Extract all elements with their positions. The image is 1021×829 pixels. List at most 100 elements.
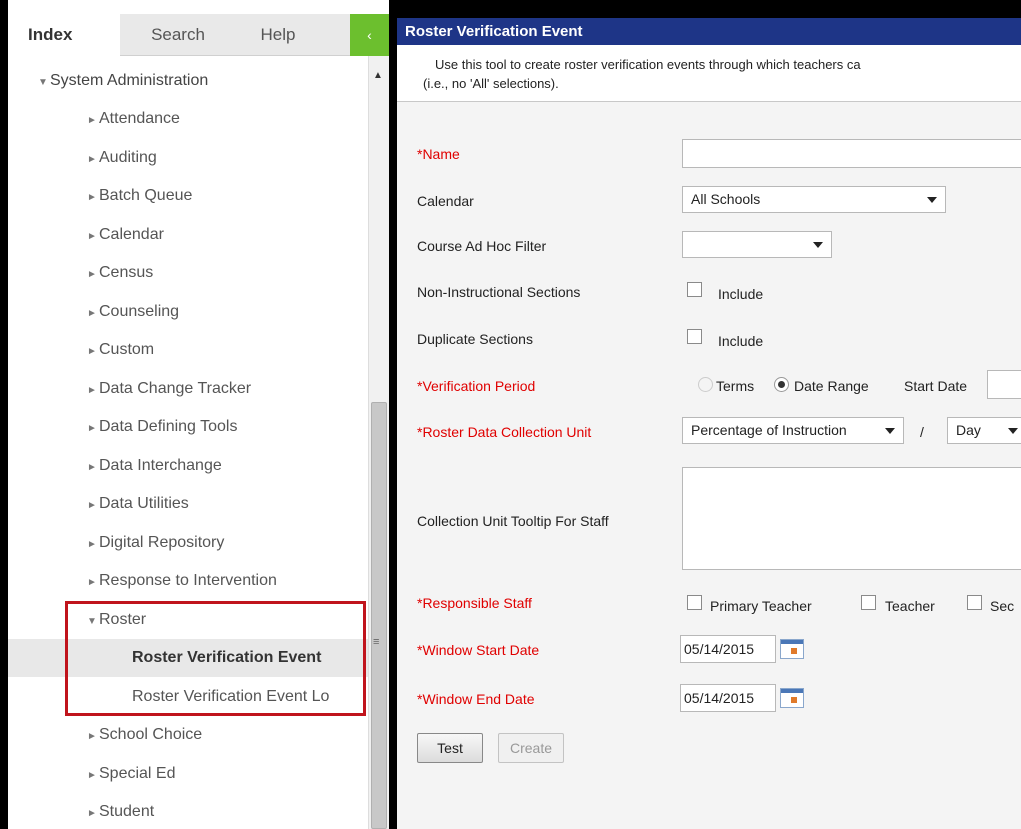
tree-item-special-ed[interactable]: ► Special Ed: [8, 755, 368, 793]
non-instructional-include-checkbox[interactable]: [687, 282, 702, 297]
primary-teacher-label: Primary Teacher: [710, 598, 812, 614]
description-line-1: Use this tool to create roster verificat…: [435, 57, 861, 72]
triangle-right-icon: ►: [87, 346, 97, 357]
tree-item-census[interactable]: ► Census: [8, 254, 368, 292]
tree-item-data-defining-tools[interactable]: ► Data Defining Tools: [8, 408, 368, 446]
tab-index[interactable]: Index: [28, 14, 88, 56]
verification-period-label: *Verification Period: [417, 378, 536, 394]
window-start-date-value: 05/14/2015: [684, 641, 755, 657]
terms-radio[interactable]: [698, 377, 713, 392]
navigation-panel: Index Search Help ‹ ▼ System Administrati…: [8, 0, 389, 829]
triangle-right-icon: ►: [87, 462, 97, 473]
chevron-down-icon: [813, 242, 823, 248]
primary-teacher-checkbox[interactable]: [687, 595, 702, 610]
calendar-icon[interactable]: [780, 639, 804, 659]
triangle-right-icon: ►: [87, 577, 97, 588]
course-adhoc-filter-label: Course Ad Hoc Filter: [417, 238, 547, 254]
triangle-down-icon: ▼: [87, 616, 97, 627]
start-date-input[interactable]: [987, 370, 1021, 399]
triangle-right-icon: ►: [87, 731, 97, 742]
tree-item-counseling[interactable]: ► Counseling: [8, 293, 368, 331]
responsible-staff-label: *Responsible Staff: [417, 595, 532, 611]
tree-item-roster[interactable]: ▼ Roster: [8, 601, 368, 639]
tab-help[interactable]: Help: [253, 14, 303, 56]
triangle-right-icon: ►: [87, 500, 97, 511]
description-line-2: (i.e., no 'All' selections).: [423, 76, 559, 91]
tree-item-roster-verification-event-log[interactable]: Roster Verification Event Lo: [8, 678, 368, 716]
duplicate-sections-label: Duplicate Sections: [417, 331, 533, 347]
tree-item-auditing[interactable]: ► Auditing: [8, 139, 368, 177]
non-instructional-include-label: Include: [718, 286, 764, 302]
scroll-up-arrow-icon[interactable]: ▲: [373, 70, 383, 81]
calendar-label: Calendar: [417, 193, 474, 209]
tree-item-data-utilities[interactable]: ► Data Utilities: [8, 485, 368, 523]
secondary-staff-checkbox[interactable]: [967, 595, 982, 610]
tree-item-school-choice[interactable]: ► School Choice: [8, 716, 368, 754]
tree-item-custom[interactable]: ► Custom: [8, 331, 368, 369]
roster-data-collection-unit-label: *Roster Data Collection Unit: [417, 424, 592, 440]
tree-item-roster-verification-event[interactable]: Roster Verification Event: [8, 639, 368, 677]
test-button[interactable]: Test: [417, 733, 483, 763]
chevron-down-icon: [1008, 428, 1018, 434]
collection-unit-select[interactable]: Percentage of Instruction: [682, 417, 904, 444]
tree-item-data-interchange[interactable]: ► Data Interchange: [8, 447, 368, 485]
tree-item-batch-queue[interactable]: ► Batch Queue: [8, 177, 368, 215]
nav-scrollbar[interactable]: ▲ ≡: [368, 56, 389, 829]
name-input[interactable]: [682, 139, 1021, 168]
tool-description: Use this tool to create roster verificat…: [397, 45, 1021, 102]
teacher-checkbox[interactable]: [861, 595, 876, 610]
collapse-panel-button[interactable]: ‹: [350, 14, 389, 56]
tab-search[interactable]: Search: [143, 14, 213, 56]
window-start-date-label: *Window Start Date: [417, 642, 540, 658]
create-button[interactable]: Create: [498, 733, 564, 763]
calendar-select[interactable]: All Schools: [682, 186, 946, 213]
triangle-right-icon: ►: [87, 808, 97, 819]
triangle-right-icon: ►: [87, 154, 97, 165]
secondary-staff-label: Sec: [990, 598, 1015, 614]
triangle-right-icon: ►: [87, 115, 97, 126]
collection-unit-tooltip-textarea[interactable]: [682, 467, 1021, 570]
window-end-date-input[interactable]: 05/14/2015: [680, 684, 776, 712]
tree-item-data-change-tracker[interactable]: ► Data Change Tracker: [8, 370, 368, 408]
tree-item-response-to-intervention[interactable]: ► Response to Intervention: [8, 562, 368, 600]
calendar-icon[interactable]: [780, 688, 804, 708]
collection-unit-value: Percentage of Instruction: [691, 422, 847, 438]
triangle-right-icon: ►: [87, 423, 97, 434]
triangle-right-icon: ►: [87, 539, 97, 550]
collection-period-select[interactable]: Day: [947, 417, 1021, 444]
collection-period-value: Day: [956, 422, 981, 438]
panel-title: Roster Verification Event: [397, 18, 1021, 45]
content-panel: Roster Verification Event Use this tool …: [397, 18, 1021, 829]
tree-item-system-administration[interactable]: ▼ System Administration: [8, 62, 368, 100]
chevron-down-icon: [885, 428, 895, 434]
scroll-thumb[interactable]: [371, 402, 387, 829]
triangle-down-icon: ▼: [38, 77, 48, 88]
duplicate-include-label: Include: [718, 333, 764, 349]
date-range-radio[interactable]: [774, 377, 789, 392]
window-start-date-input[interactable]: 05/14/2015: [680, 635, 776, 663]
date-range-radio-label: Date Range: [794, 378, 869, 394]
triangle-right-icon: ►: [87, 385, 97, 396]
collection-unit-separator: /: [920, 424, 924, 440]
calendar-select-value: All Schools: [691, 191, 761, 207]
terms-radio-label: Terms: [716, 378, 755, 394]
triangle-right-icon: ►: [87, 770, 97, 781]
nav-tabs: Index Search Help ‹: [8, 0, 389, 56]
duplicate-include-checkbox[interactable]: [687, 329, 702, 344]
window-end-date-value: 05/14/2015: [684, 690, 755, 706]
triangle-right-icon: ►: [87, 192, 97, 203]
chevron-down-icon: [927, 197, 937, 203]
tree-item-digital-repository[interactable]: ► Digital Repository: [8, 524, 368, 562]
triangle-right-icon: ►: [87, 231, 97, 242]
tree-item-attendance[interactable]: ► Attendance: [8, 100, 368, 138]
chevron-left-icon: ‹: [367, 27, 372, 43]
triangle-right-icon: ►: [87, 308, 97, 319]
resize-grip-icon[interactable]: ≡: [373, 636, 379, 648]
window-end-date-label: *Window End Date: [417, 691, 535, 707]
collection-unit-tooltip-label: Collection Unit Tooltip For Staff: [417, 513, 609, 529]
name-label: *Name: [417, 146, 460, 162]
course-adhoc-filter-select[interactable]: [682, 231, 832, 258]
tree-item-student[interactable]: ► Student: [8, 793, 368, 829]
tree-item-calendar[interactable]: ► Calendar: [8, 216, 368, 254]
start-date-label: Start Date: [904, 378, 968, 394]
